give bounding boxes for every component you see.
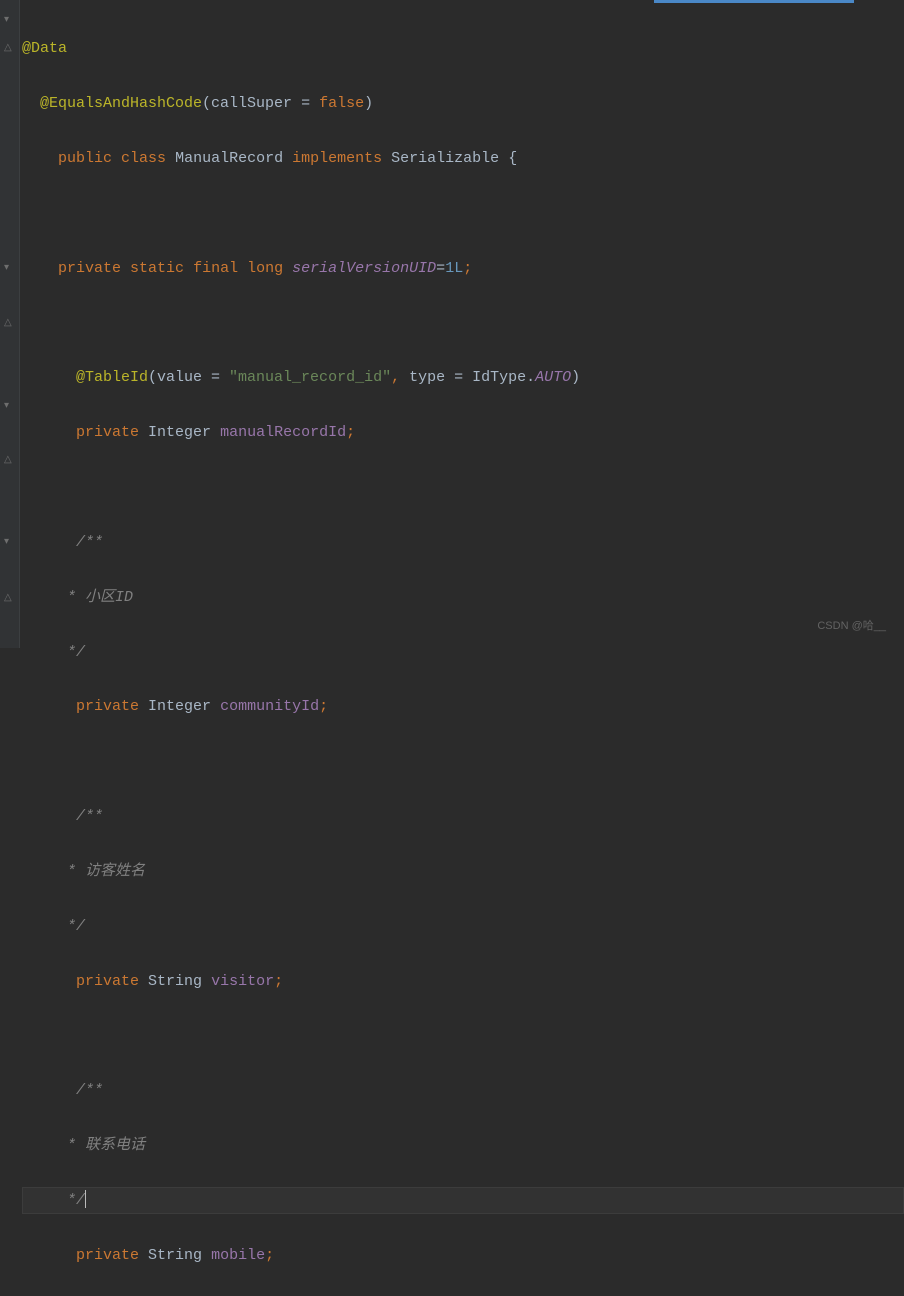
param: type = IdType. <box>400 369 535 386</box>
number: 1L <box>445 260 463 277</box>
fold-end-icon[interactable]: △ <box>4 590 16 602</box>
javadoc-open: /** <box>76 1082 103 1099</box>
javadoc-close: */ <box>67 1192 85 1209</box>
brace: { <box>499 150 517 167</box>
paren: (callSuper = <box>202 95 319 112</box>
semi: ; <box>346 424 355 441</box>
field: manualRecordId <box>220 424 346 441</box>
code-line: private Integer communityId; <box>22 693 904 720</box>
javadoc-open: /** <box>76 534 103 551</box>
javadoc-body: * 联系电话 <box>67 1137 145 1154</box>
keyword: private <box>58 260 121 277</box>
javadoc-close: */ <box>67 918 85 935</box>
code-line: private String mobile; <box>22 1242 904 1269</box>
keyword: class <box>121 150 166 167</box>
javadoc-open: /** <box>76 808 103 825</box>
code-line: public class ManualRecord implements Ser… <box>22 145 904 172</box>
comma: , <box>391 369 400 386</box>
code-line-current: */ <box>22 1187 904 1214</box>
keyword: private <box>76 973 139 990</box>
code-line: * 小区ID <box>22 584 904 611</box>
code-line: @EqualsAndHashCode(callSuper = false) <box>22 90 904 117</box>
code-line <box>22 1022 904 1049</box>
fold-icon[interactable]: ▾ <box>4 398 16 410</box>
interface-name: Serializable <box>391 150 499 167</box>
keyword: false <box>319 95 364 112</box>
code-line: /** <box>22 1077 904 1104</box>
type: String <box>148 1247 202 1264</box>
paren: ) <box>364 95 373 112</box>
keyword: implements <box>292 150 382 167</box>
paren: ) <box>571 369 580 386</box>
code-line <box>22 748 904 775</box>
semi: ; <box>265 1247 274 1264</box>
enum-value: AUTO <box>535 369 571 386</box>
keyword: private <box>76 424 139 441</box>
fold-icon[interactable]: ▾ <box>4 260 16 272</box>
code-line: /** <box>22 529 904 556</box>
fold-icon[interactable]: ▾ <box>4 12 16 24</box>
keyword: long <box>247 260 283 277</box>
class-name: ManualRecord <box>175 150 283 167</box>
string: "manual_record_id" <box>229 369 391 386</box>
code-line: /** <box>22 803 904 830</box>
code-line: * 访客姓名 <box>22 858 904 885</box>
fold-end-icon[interactable]: △ <box>4 452 16 464</box>
code-line: */ <box>22 913 904 940</box>
field: mobile <box>211 1247 265 1264</box>
fold-end-icon[interactable]: △ <box>4 315 16 327</box>
code-line: @Data <box>22 35 904 62</box>
code-line: private Integer manualRecordId; <box>22 419 904 446</box>
code-line: @TableId(value = "manual_record_id", typ… <box>22 364 904 391</box>
field: serialVersionUID <box>292 260 436 277</box>
semi: ; <box>319 698 328 715</box>
code-editor[interactable]: @Data @EqualsAndHashCode(callSuper = fal… <box>20 8 904 1296</box>
semi: ; <box>274 973 283 990</box>
code-line <box>22 474 904 501</box>
watermark: CSDN @哈__ <box>817 616 886 636</box>
type: Integer <box>148 698 211 715</box>
editor-gutter: ▾ △ ▾ △ ▾ △ ▾ △ <box>0 0 20 648</box>
javadoc-body: * 小区ID <box>67 589 133 606</box>
javadoc-close: */ <box>67 644 85 661</box>
code-line: private static final long serialVersionU… <box>22 255 904 282</box>
annotation: @EqualsAndHashCode <box>40 95 202 112</box>
text-caret <box>85 1190 86 1208</box>
paren: (value = <box>148 369 229 386</box>
code-line <box>22 200 904 227</box>
fold-icon[interactable]: ▾ <box>4 534 16 546</box>
keyword: static <box>130 260 184 277</box>
eq: = <box>436 260 445 277</box>
fold-end-icon[interactable]: △ <box>4 40 16 52</box>
semi: ; <box>463 260 472 277</box>
keyword: public <box>58 150 112 167</box>
type: Integer <box>148 424 211 441</box>
keyword: private <box>76 1247 139 1264</box>
code-line <box>22 310 904 337</box>
keyword: private <box>76 698 139 715</box>
code-line: */ <box>22 639 904 666</box>
annotation: @TableId <box>76 369 148 386</box>
active-tab-indicator <box>654 0 854 3</box>
code-line: * 联系电话 <box>22 1132 904 1159</box>
field: communityId <box>220 698 319 715</box>
type: String <box>148 973 202 990</box>
keyword: final <box>193 260 238 277</box>
annotation: @Data <box>22 40 67 57</box>
field: visitor <box>211 973 274 990</box>
javadoc-body: * 访客姓名 <box>67 863 145 880</box>
code-line: private String visitor; <box>22 968 904 995</box>
